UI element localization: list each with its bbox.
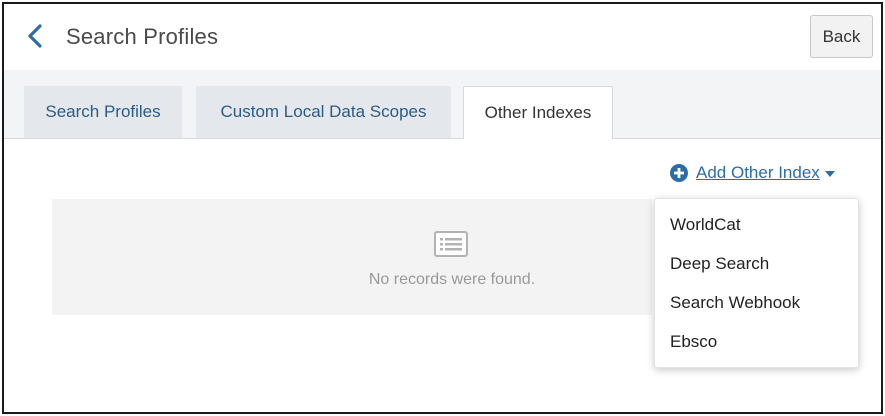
chevron-left-icon[interactable] bbox=[24, 22, 48, 50]
menu-item-deep-search[interactable]: Deep Search bbox=[655, 244, 858, 283]
app-window: Search Profiles Back Search Profiles Cus… bbox=[2, 2, 883, 414]
menu-item-ebsco[interactable]: Ebsco bbox=[655, 322, 858, 361]
plus-circle-icon bbox=[670, 164, 688, 182]
add-other-index-button[interactable]: Add Other Index bbox=[669, 163, 835, 183]
tab-search-profiles[interactable]: Search Profiles bbox=[24, 86, 182, 138]
empty-state-panel: No records were found. bbox=[52, 199, 652, 315]
tab-other-indexes[interactable]: Other Indexes bbox=[463, 86, 613, 139]
caret-down-icon bbox=[824, 171, 835, 177]
menu-item-worldcat[interactable]: WorldCat bbox=[655, 205, 858, 244]
page-header: Search Profiles Back bbox=[4, 4, 881, 70]
list-icon bbox=[434, 231, 468, 257]
tab-bar: Search Profiles Custom Local Data Scopes… bbox=[4, 70, 881, 139]
add-other-index-menu: WorldCat Deep Search Search Webhook Ebsc… bbox=[654, 198, 859, 368]
add-other-index-label: Add Other Index bbox=[696, 163, 820, 182]
back-button[interactable]: Back bbox=[810, 15, 873, 58]
tab-custom-local-data-scopes[interactable]: Custom Local Data Scopes bbox=[196, 86, 451, 138]
page-title: Search Profiles bbox=[66, 24, 219, 49]
menu-item-search-webhook[interactable]: Search Webhook bbox=[655, 283, 858, 322]
